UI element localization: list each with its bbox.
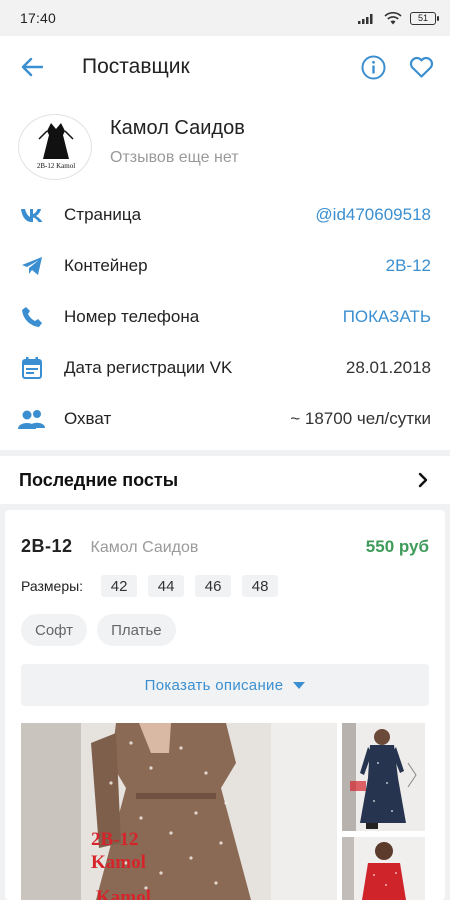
people-icon: [18, 410, 45, 429]
info-label-reach: Охват: [64, 409, 112, 428]
caret-down-icon: [293, 681, 306, 689]
page-title: Поставщик: [82, 55, 190, 78]
tags-list: Софт Платье: [21, 614, 186, 646]
info-icon: [361, 55, 385, 79]
wifi-icon: [384, 11, 402, 24]
app-actions: [360, 54, 434, 80]
post-price: 550 руб: [365, 537, 429, 556]
post-photo-thumb[interactable]: [342, 837, 425, 900]
info-label-page: Страница: [64, 205, 142, 224]
sizes-list: Размеры: 42 44 46 48: [21, 575, 289, 597]
supplier-profile: 2B-12 Kamol Камол Саидов Отзывов еще нет…: [0, 98, 450, 450]
avatar-caption: 2B-12 Kamol: [36, 162, 76, 170]
size-chip: 48: [242, 575, 279, 597]
status-time: 17:40: [20, 10, 57, 26]
vk-icon: [21, 209, 43, 222]
info-row-page[interactable]: Страница @id470609518: [0, 190, 450, 240]
size-chip: 44: [148, 575, 185, 597]
chevron-right-icon: [418, 472, 428, 488]
post-card[interactable]: 2B-12 Камол Саидов 550 руб Размеры: 42 4…: [5, 510, 445, 900]
avatar: 2B-12 Kamol: [18, 114, 92, 180]
size-chip: 42: [101, 575, 138, 597]
navy-dress-image: [342, 723, 425, 831]
phone-icon: [22, 307, 42, 327]
info-button[interactable]: [360, 54, 386, 80]
supplier-name: Камол Саидов: [110, 117, 245, 139]
post-header: 2B-12 Камол Саидов 550 руб: [21, 536, 429, 557]
back-button[interactable]: [0, 36, 64, 98]
recent-posts-header[interactable]: Последние посты: [0, 456, 450, 504]
status-bar: 17:40 51: [0, 0, 450, 36]
signal-icon: [358, 14, 373, 24]
app-bar: Поставщик: [0, 36, 450, 98]
arrow-left-icon: [21, 57, 43, 77]
red-dress-image: [342, 837, 425, 900]
info-label-phone: Номер телефона: [64, 307, 200, 326]
show-description-label: Показать описание: [144, 676, 284, 694]
favorite-button[interactable]: [408, 54, 434, 80]
recent-posts-title: Последние посты: [19, 469, 179, 490]
info-row-phone[interactable]: Номер телефона ПОКАЗАТЬ: [0, 292, 450, 342]
sizes-label: Размеры:: [21, 578, 84, 594]
status-icons: 51: [358, 11, 439, 25]
tag-chip[interactable]: Платье: [97, 614, 176, 646]
post-container-code: 2B-12: [21, 536, 73, 556]
info-label-registration: Дата регистрации VK: [64, 358, 233, 377]
watermark-name: Kamol: [91, 852, 146, 873]
dress-logo-icon: [38, 123, 74, 159]
container-link[interactable]: 2B-12: [386, 256, 431, 276]
info-row-registration: Дата регистрации VK 28.01.2018: [0, 343, 450, 393]
battery-icon: 51: [410, 11, 439, 25]
show-description-button[interactable]: Показать описание: [21, 664, 429, 706]
info-row-container[interactable]: Контейнер 2B-12: [0, 241, 450, 291]
telegram-icon: [22, 257, 42, 275]
post-photo-main[interactable]: 2B-12 Kamol Kamol: [21, 723, 337, 900]
size-chip: 46: [195, 575, 232, 597]
registration-date: 28.01.2018: [345, 358, 431, 377]
reviews-status: Отзывов еще нет: [110, 149, 239, 166]
dress-photo-image: 2B-12 Kamol Kamol: [21, 723, 337, 900]
info-row-reach: Охват ~ 18700 чел/сутки: [0, 394, 450, 444]
watermark-code: 2B-12: [91, 829, 139, 850]
show-phone-button[interactable]: ПОКАЗАТЬ: [343, 307, 431, 327]
post-photo-thumb[interactable]: [342, 723, 425, 831]
tag-chip[interactable]: Софт: [21, 614, 88, 646]
info-label-container: Контейнер: [64, 256, 148, 275]
vk-page-link[interactable]: @id470609518: [315, 205, 431, 225]
post-author: Камол Саидов: [90, 539, 199, 556]
watermark-name-repeat: Kamol: [96, 887, 151, 900]
heart-icon: [409, 56, 433, 78]
calendar-icon: [22, 357, 42, 379]
reach-value: ~ 18700 чел/сутки: [290, 409, 431, 428]
